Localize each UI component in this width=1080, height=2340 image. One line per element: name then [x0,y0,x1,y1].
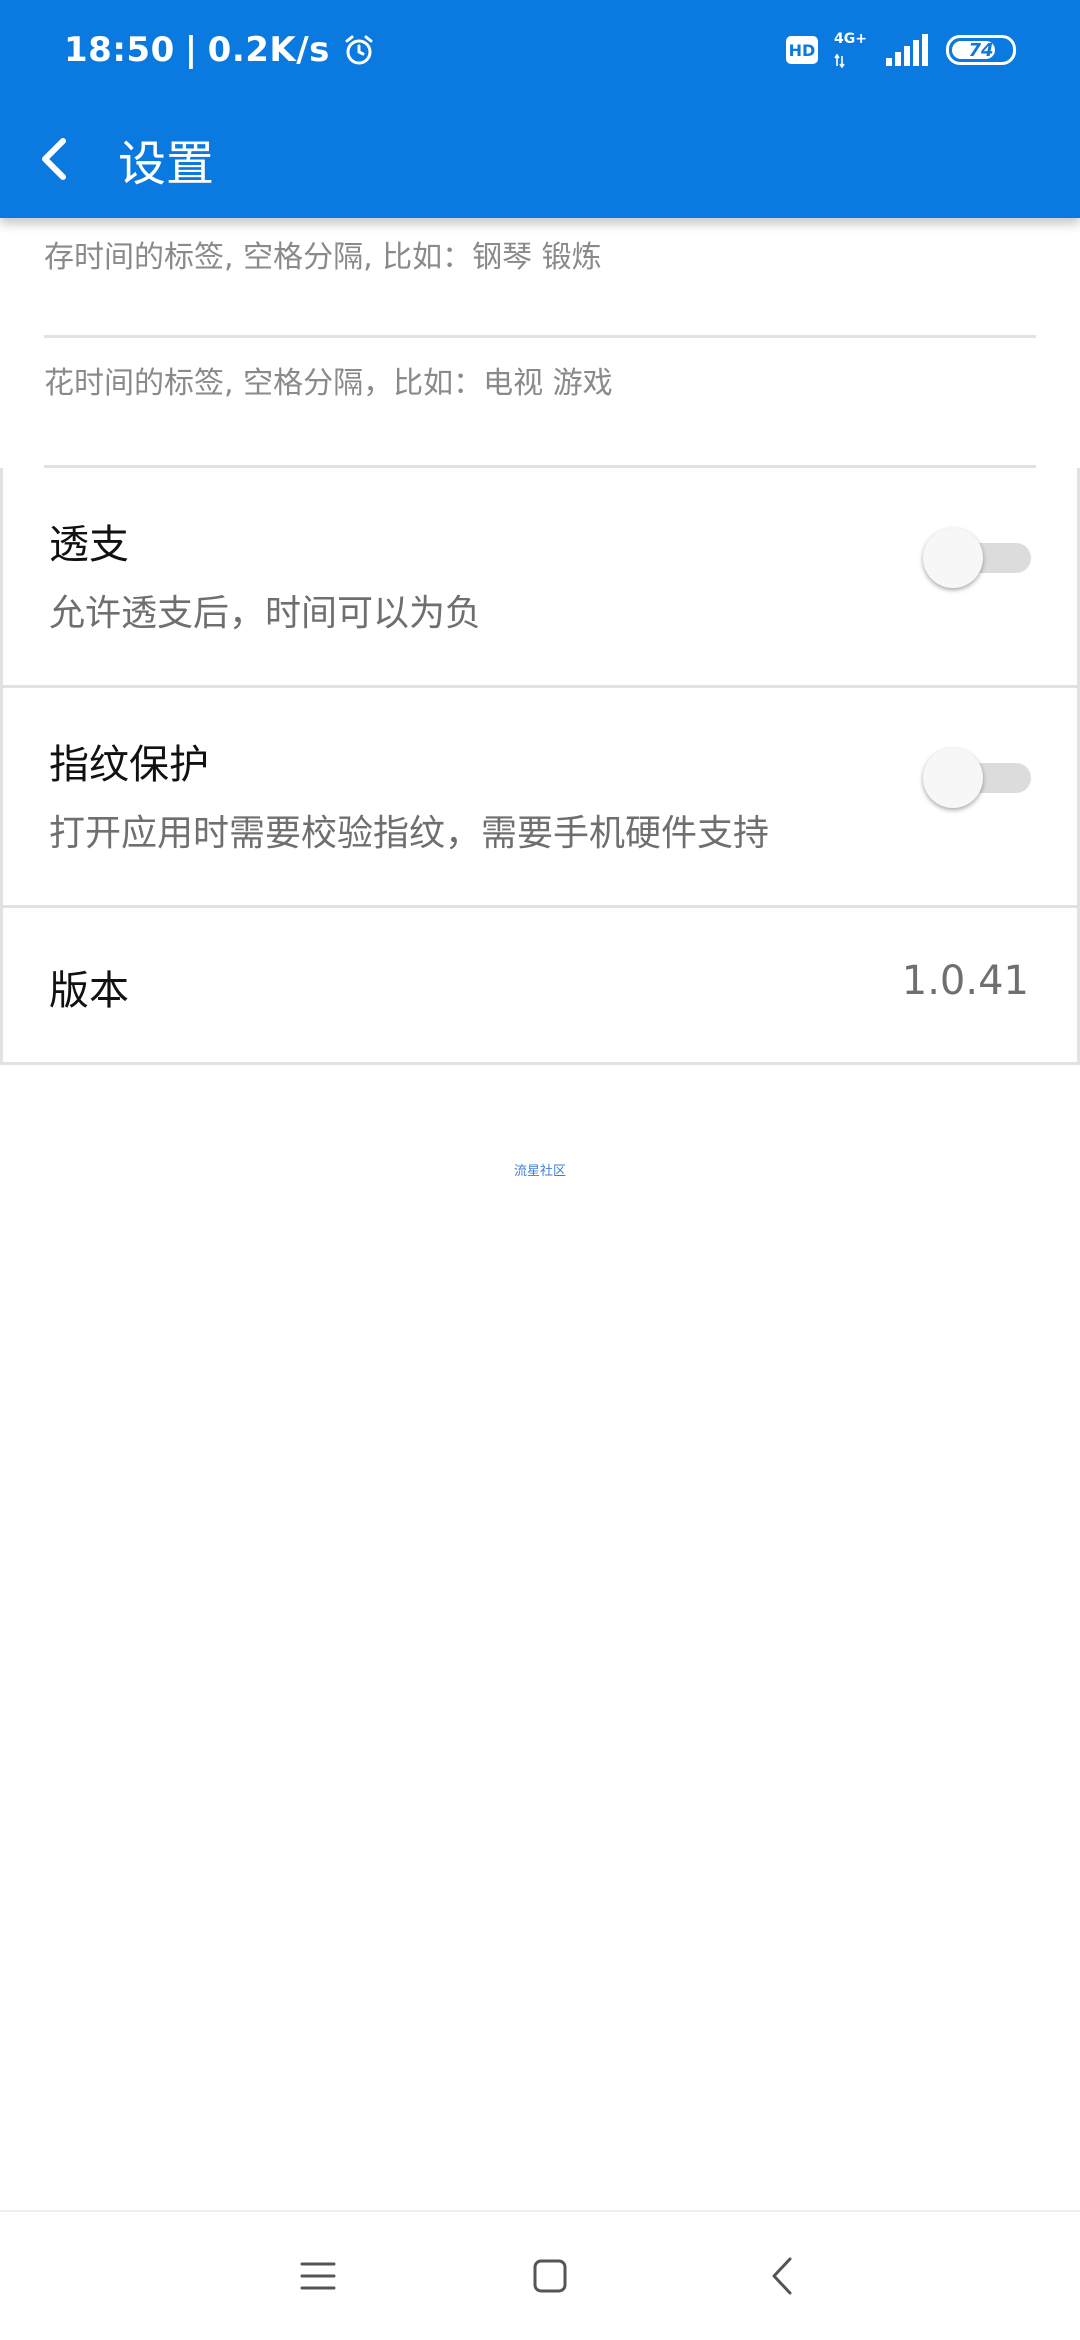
settings-card: 透支 允许透支后，时间可以为负 指纹保护 打开应用时需要校验指纹，需要手机硬件支… [0,468,1080,1065]
nav-home-button[interactable] [512,2238,588,2314]
signal-icon [886,34,930,66]
setting-row-overdraft[interactable]: 透支 允许透支后，时间可以为负 [3,468,1077,688]
setting-row-fingerprint[interactable]: 指纹保护 打开应用时需要校验指纹，需要手机硬件支持 [3,688,1077,908]
overdraft-toggle[interactable] [923,522,1033,592]
toggle-thumb [923,528,983,588]
app-bar: 设置 [0,100,1080,218]
setting-desc-overdraft: 允许透支后，时间可以为负 [49,593,482,634]
setting-desc-fingerprint: 打开应用时需要校验指纹，需要手机硬件支持 [49,813,770,854]
home-square-icon [533,2259,567,2293]
hd-badge: HD [786,36,818,64]
battery-icon: 74 [946,35,1016,65]
saving-tags-field[interactable]: 存时间的标签, 空格分隔, 比如：钢琴 锻炼 [44,208,1036,338]
spending-tags-placeholder: 花时间的标签, 空格分隔，比如：电视 游戏 [44,366,613,401]
version-label: 版本 [49,968,129,1014]
menu-icon [300,2262,336,2290]
status-separator: | [184,30,198,70]
alarm-icon [342,33,376,67]
spending-tags-field[interactable]: 花时间的标签, 空格分隔，比如：电视 游戏 [44,338,1036,468]
network-indicator: 4G+ [834,32,870,68]
battery-level: 74 [968,39,994,61]
community-link[interactable]: 流星社区 [0,1160,1080,1179]
version-row: 版本 1.0.41 [3,908,1077,1062]
page-title: 设置 [118,136,215,192]
nav-back-button[interactable] [744,2238,820,2314]
version-value: 1.0.41 [901,958,1029,1004]
back-button[interactable] [0,100,110,218]
setting-title-fingerprint: 指纹保护 [49,742,209,788]
nav-menu-button[interactable] [280,2238,356,2314]
status-right: HD 4G+ 74 [786,26,1016,74]
app-header: 18:50 | 0.2K/s HD 4G+ 74 设置 [0,0,1080,218]
fingerprint-toggle[interactable] [923,742,1033,812]
status-left: 18:50 | 0.2K/s [64,26,376,74]
status-bar: 18:50 | 0.2K/s HD 4G+ 74 [0,0,1080,100]
back-triangle-icon [772,2257,792,2295]
toggle-thumb [923,748,983,808]
chevron-left-icon [42,138,66,180]
setting-title-overdraft: 透支 [49,522,129,568]
data-arrows-icon [834,53,845,68]
system-nav-bar [0,2210,1080,2340]
status-time: 18:50 [64,30,175,70]
settings-content: 存时间的标签, 空格分隔, 比如：钢琴 锻炼 花时间的标签, 空格分隔，比如：电… [0,218,1080,1065]
saving-tags-placeholder: 存时间的标签, 空格分隔, 比如：钢琴 锻炼 [44,240,602,275]
status-net-speed: 0.2K/s [207,30,330,70]
